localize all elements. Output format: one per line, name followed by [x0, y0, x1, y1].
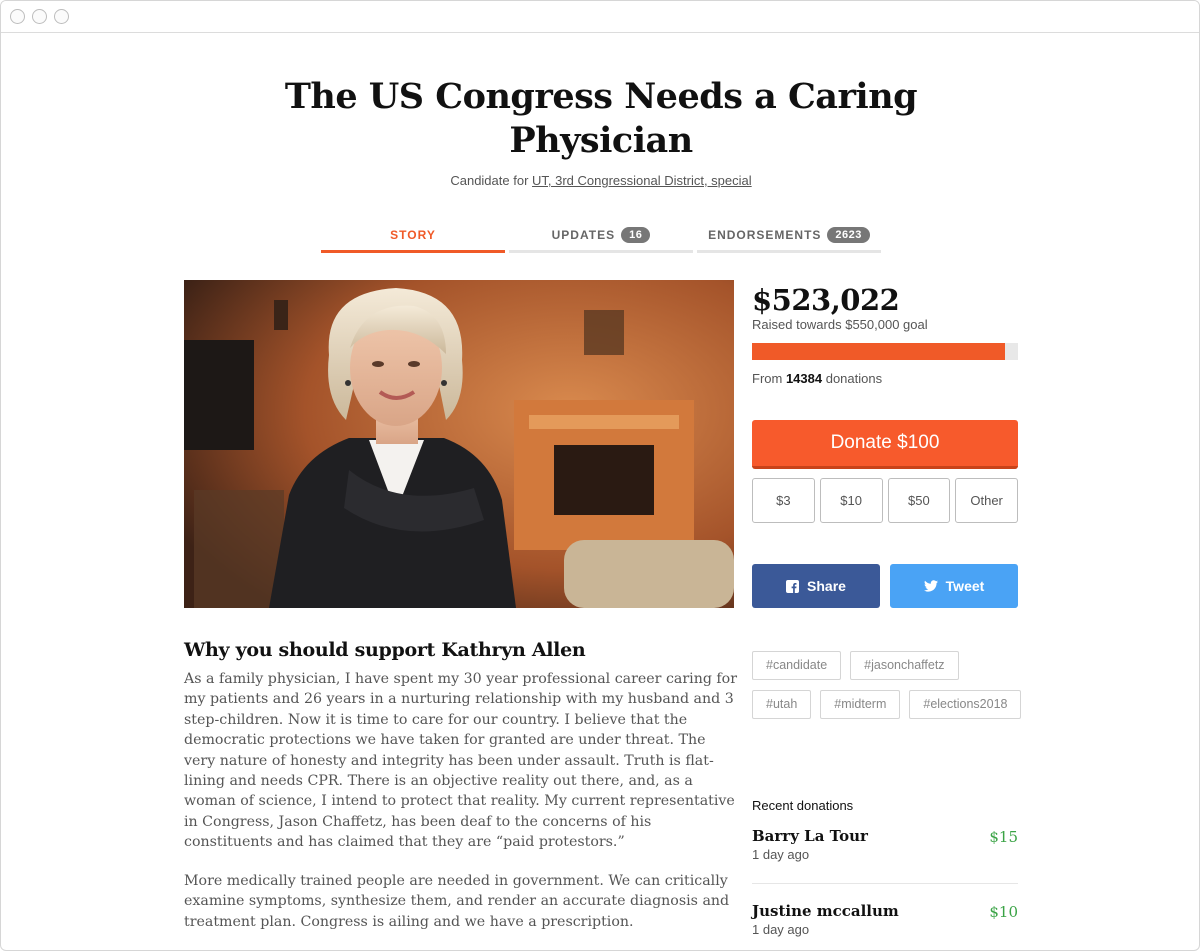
maximize-window-button[interactable]	[54, 9, 69, 24]
endorsements-count-badge: 2623	[827, 226, 870, 243]
story-heading: Why you should support Kathryn Allen	[184, 639, 586, 661]
tab-updates[interactable]: UPDATES 16	[509, 219, 693, 253]
twitter-tweet-button[interactable]: Tweet	[890, 564, 1018, 608]
tag-list: #candidate #jasonchaffetz #utah #midterm…	[752, 651, 1022, 719]
goal-progress-fill	[752, 343, 1005, 360]
donations-count-text: From 14384 donations	[752, 371, 882, 386]
donations-count: 14384	[785, 371, 823, 386]
district-link[interactable]: UT, 3rd Congressional District, special	[532, 173, 752, 188]
donate-button[interactable]: Donate $100	[752, 420, 1018, 469]
donation-amount: $10	[989, 903, 1018, 921]
donation-item: Barry La Tour 1 day ago $15	[752, 827, 1018, 862]
donation-item: Justine mccallum 1 day ago $10	[752, 902, 1018, 937]
candidate-photo-illustration	[184, 280, 734, 608]
tab-story[interactable]: STORY	[321, 219, 505, 253]
tab-endorsements[interactable]: ENDORSEMENTS 2623	[697, 219, 881, 253]
amount-3-button[interactable]: $3	[752, 478, 815, 523]
facebook-icon	[786, 579, 800, 593]
updates-count-badge: 16	[621, 226, 651, 243]
tag-elections2018[interactable]: #elections2018	[909, 690, 1022, 719]
tab-endorsements-label: ENDORSEMENTS	[708, 227, 822, 242]
tab-updates-label: UPDATES	[551, 227, 616, 242]
minimize-window-button[interactable]	[32, 9, 47, 24]
donor-name: Justine mccallum	[752, 902, 899, 920]
amount-options: $3 $10 $50 Other	[752, 478, 1018, 523]
goal-progress-bar	[752, 343, 1018, 360]
from-prefix: From	[752, 371, 786, 386]
window-chrome	[1, 1, 1199, 33]
tab-bar: STORY UPDATES 16 ENDORSEMENTS 2623	[321, 219, 881, 253]
candidate-subtitle: Candidate for UT, 3rd Congressional Dist…	[301, 173, 901, 188]
page-title: The US Congress Needs a Caring Physician	[284, 76, 918, 161]
close-window-button[interactable]	[10, 9, 25, 24]
facebook-share-button[interactable]: Share	[752, 564, 880, 608]
donation-amount: $15	[989, 828, 1018, 846]
goal-text: Raised towards $550,000 goal	[752, 317, 928, 332]
tag-jasonchaffetz[interactable]: #jasonchaffetz	[850, 651, 959, 680]
candidate-photo	[184, 280, 734, 608]
facebook-share-label: Share	[807, 578, 846, 594]
donation-divider	[752, 883, 1018, 884]
subtitle-prefix: Candidate for	[450, 173, 533, 188]
tag-utah[interactable]: #utah	[752, 690, 812, 719]
tag-midterm[interactable]: #midterm	[820, 690, 901, 719]
story-paragraph-1: As a family physician, I have spent my 3…	[184, 671, 737, 851]
donation-time: 1 day ago	[752, 847, 810, 862]
amount-10-button[interactable]: $10	[819, 478, 883, 523]
donor-name: Barry La Tour	[752, 827, 868, 845]
amount-other-button[interactable]: Other	[955, 478, 1018, 523]
raised-amount: $523,022	[752, 283, 900, 317]
tab-story-label: STORY	[390, 227, 436, 242]
from-suffix: donations	[822, 371, 883, 386]
story-paragraph-2: More medically trained people are needed…	[184, 873, 730, 930]
twitter-tweet-label: Tweet	[945, 578, 985, 594]
twitter-icon	[923, 580, 938, 592]
amount-50-button[interactable]: $50	[887, 478, 951, 523]
donation-time: 1 day ago	[752, 922, 810, 937]
recent-donations-heading: Recent donations	[752, 798, 854, 813]
browser-window: The US Congress Needs a Caring Physician…	[0, 0, 1200, 951]
tag-candidate[interactable]: #candidate	[752, 651, 842, 680]
